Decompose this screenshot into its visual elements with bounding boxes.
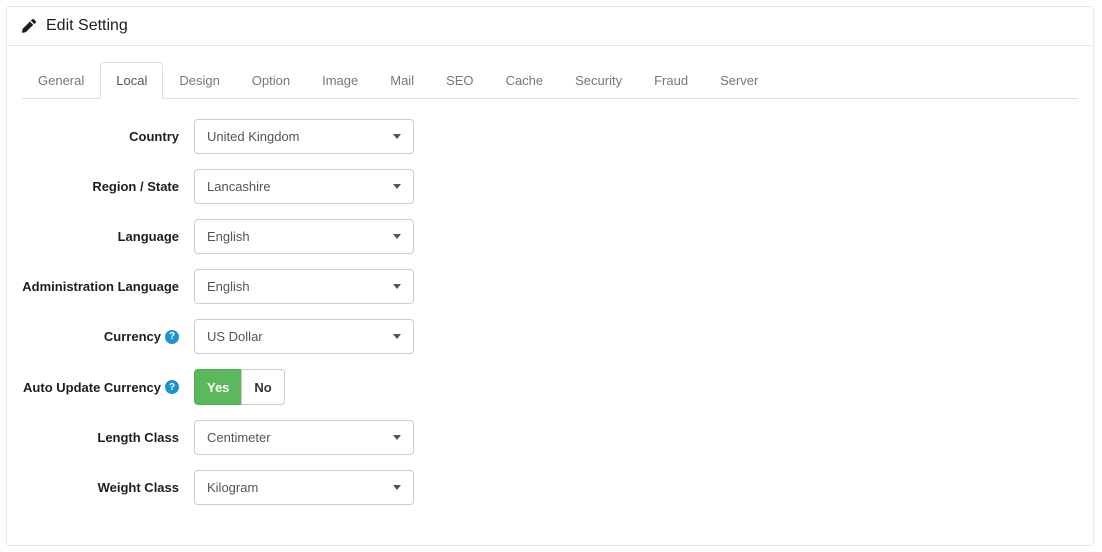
page-title: Edit Setting bbox=[46, 17, 128, 35]
label-country: Country bbox=[22, 129, 194, 144]
caret-down-icon bbox=[393, 134, 401, 139]
tab-cache[interactable]: Cache bbox=[490, 62, 560, 99]
caret-down-icon bbox=[393, 485, 401, 490]
select-admin-language[interactable]: English bbox=[194, 269, 414, 304]
select-length-class-value: Centimeter bbox=[207, 430, 271, 445]
select-region[interactable]: Lancashire bbox=[194, 169, 414, 204]
tab-local[interactable]: Local bbox=[100, 62, 163, 99]
tab-server[interactable]: Server bbox=[704, 62, 774, 99]
label-language: Language bbox=[22, 229, 194, 244]
row-currency: Currency ? US Dollar bbox=[22, 319, 1078, 354]
tab-option[interactable]: Option bbox=[236, 62, 306, 99]
row-language: Language English bbox=[22, 219, 1078, 254]
select-length-class[interactable]: Centimeter bbox=[194, 420, 414, 455]
tab-general[interactable]: General bbox=[22, 62, 100, 99]
help-icon[interactable]: ? bbox=[165, 380, 179, 394]
row-region: Region / State Lancashire bbox=[22, 169, 1078, 204]
label-region: Region / State bbox=[22, 179, 194, 194]
row-auto-update-currency: Auto Update Currency ? Yes No bbox=[22, 369, 1078, 405]
select-country-value: United Kingdom bbox=[207, 129, 300, 144]
pencil-icon bbox=[22, 19, 36, 33]
select-country[interactable]: United Kingdom bbox=[194, 119, 414, 154]
settings-panel: Edit Setting General Local Design Option… bbox=[6, 6, 1094, 546]
tabs: General Local Design Option Image Mail S… bbox=[22, 61, 1078, 99]
tab-fraud[interactable]: Fraud bbox=[638, 62, 704, 99]
caret-down-icon bbox=[393, 234, 401, 239]
panel-header: Edit Setting bbox=[7, 7, 1093, 46]
select-currency[interactable]: US Dollar bbox=[194, 319, 414, 354]
caret-down-icon bbox=[393, 435, 401, 440]
tab-design[interactable]: Design bbox=[163, 62, 235, 99]
label-auto-update-currency: Auto Update Currency ? bbox=[22, 380, 194, 395]
select-language[interactable]: English bbox=[194, 219, 414, 254]
label-currency: Currency ? bbox=[22, 329, 194, 344]
label-weight-class: Weight Class bbox=[22, 480, 194, 495]
row-length-class: Length Class Centimeter bbox=[22, 420, 1078, 455]
caret-down-icon bbox=[393, 184, 401, 189]
caret-down-icon bbox=[393, 334, 401, 339]
tab-mail[interactable]: Mail bbox=[374, 62, 430, 99]
help-icon[interactable]: ? bbox=[165, 330, 179, 344]
select-weight-class-value: Kilogram bbox=[207, 480, 258, 495]
panel-body: General Local Design Option Image Mail S… bbox=[7, 46, 1093, 545]
select-currency-value: US Dollar bbox=[207, 329, 263, 344]
tab-image[interactable]: Image bbox=[306, 62, 374, 99]
caret-down-icon bbox=[393, 284, 401, 289]
row-country: Country United Kingdom bbox=[22, 119, 1078, 154]
select-admin-language-value: English bbox=[207, 279, 250, 294]
tab-seo[interactable]: SEO bbox=[430, 62, 489, 99]
select-region-value: Lancashire bbox=[207, 179, 271, 194]
toggle-no[interactable]: No bbox=[241, 369, 284, 405]
select-weight-class[interactable]: Kilogram bbox=[194, 470, 414, 505]
label-length-class: Length Class bbox=[22, 430, 194, 445]
row-admin-language: Administration Language English bbox=[22, 269, 1078, 304]
select-language-value: English bbox=[207, 229, 250, 244]
row-weight-class: Weight Class Kilogram bbox=[22, 470, 1078, 505]
toggle-auto-update-currency: Yes No bbox=[194, 369, 285, 405]
label-admin-language: Administration Language bbox=[22, 279, 194, 294]
toggle-yes[interactable]: Yes bbox=[194, 369, 242, 405]
tab-security[interactable]: Security bbox=[559, 62, 638, 99]
